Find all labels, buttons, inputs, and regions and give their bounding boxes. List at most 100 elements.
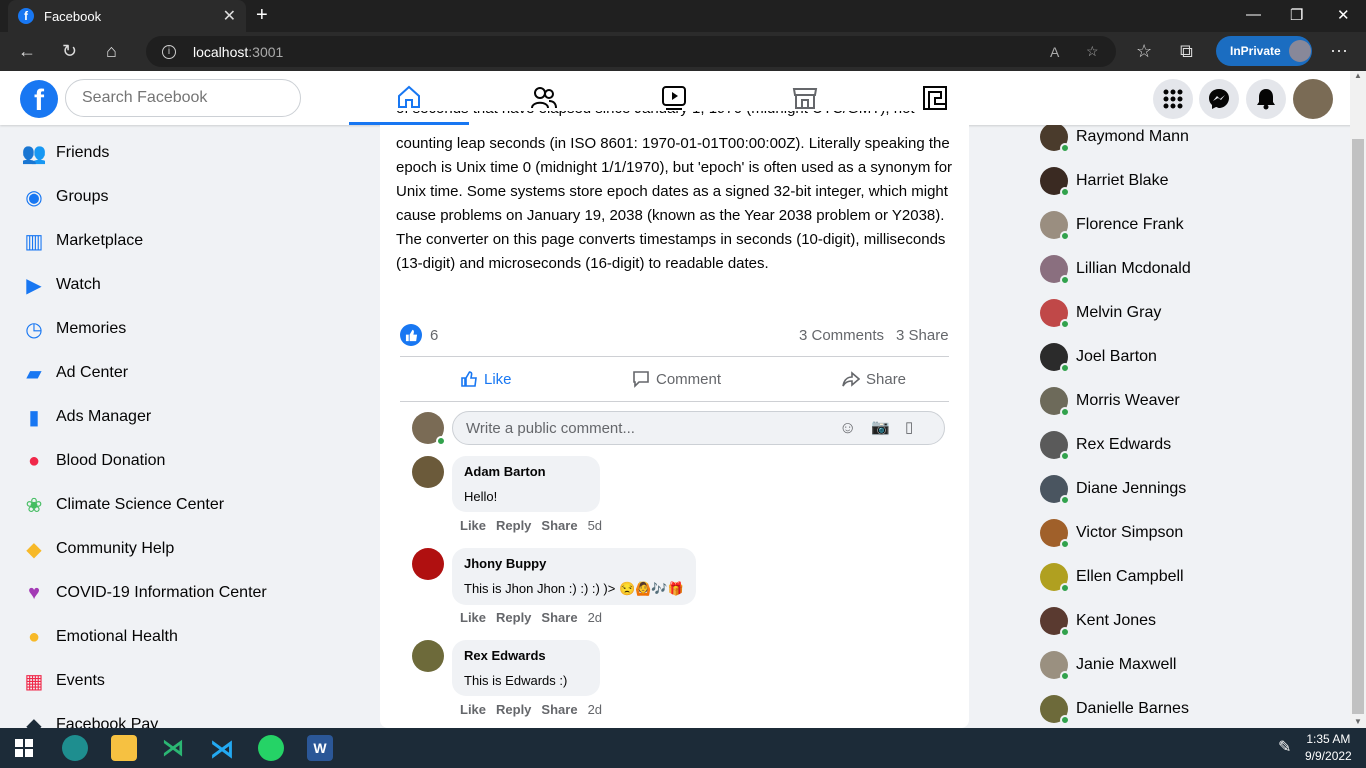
comment-author[interactable]: Rex Edwards [464, 648, 588, 663]
comment-like-button[interactable]: Like [460, 702, 486, 717]
edge-icon[interactable] [62, 735, 88, 761]
comment-like-button[interactable]: Like [460, 518, 486, 533]
sidebar-item-label: Ads Manager [56, 408, 152, 425]
comments-count[interactable]: 3 Comments [799, 327, 884, 344]
gif-icon[interactable]: ▯ [905, 418, 913, 436]
comment-author[interactable]: Adam Barton [464, 464, 588, 479]
clock[interactable]: 1:35 AM 9/9/2022 [1305, 731, 1352, 765]
back-icon[interactable]: ← [18, 41, 36, 62]
messenger-button[interactable] [1199, 79, 1239, 119]
contact-item[interactable]: Morris Weaver [1040, 379, 1180, 423]
comment-author[interactable]: Jhony Buppy [464, 556, 684, 571]
vscode-icon[interactable]: ⋊ [209, 735, 235, 763]
like-label: Like [484, 370, 512, 388]
emoji-icon[interactable]: ☺ [839, 418, 856, 438]
scrollbar-thumb[interactable] [1352, 139, 1364, 714]
comment-share-button[interactable]: Share [541, 610, 577, 625]
menu-button[interactable] [1153, 79, 1193, 119]
contact-item[interactable]: Joel Barton [1040, 335, 1157, 379]
scrollbar[interactable]: ▲ ▼ [1350, 71, 1366, 728]
online-status-icon [1060, 319, 1070, 329]
comment: Rex Edwards This is Edwards :) [412, 640, 600, 696]
contact-item[interactable]: Diane Jennings [1040, 467, 1186, 511]
home-icon[interactable]: ⌂ [106, 41, 117, 62]
comment-reply-button[interactable]: Reply [496, 610, 531, 625]
avatar[interactable] [412, 548, 444, 580]
scroll-up-icon[interactable]: ▲ [1354, 71, 1362, 80]
contact-name: Lillian Mcdonald [1076, 260, 1191, 277]
avatar[interactable] [412, 640, 444, 672]
sidebar-item-community-help[interactable]: ◆ Community Help [20, 527, 174, 571]
favorites-icon[interactable]: ☆ [1136, 41, 1152, 62]
comment-share-button[interactable]: Share [541, 702, 577, 717]
comment-reply-button[interactable]: Reply [496, 702, 531, 717]
contact-item[interactable]: Florence Frank [1040, 203, 1184, 247]
minimize-icon[interactable]: — [1246, 6, 1261, 23]
shares-count[interactable]: 3 Share [896, 327, 949, 344]
camera-icon[interactable]: 📷 [871, 418, 890, 436]
comment-reply-button[interactable]: Reply [496, 518, 531, 533]
contact-item[interactable]: Harriet Blake [1040, 159, 1168, 203]
comment-share-button[interactable]: Share [541, 518, 577, 533]
visual-studio-icon[interactable]: ⋊ [160, 735, 186, 761]
like-reaction-icon[interactable] [400, 324, 422, 346]
sidebar-item-groups[interactable]: ◉ Groups [20, 175, 108, 219]
inprivate-badge[interactable]: InPrivate [1216, 36, 1312, 66]
like-button[interactable]: Like [460, 370, 512, 388]
close-tab-icon[interactable]: ✕ [223, 6, 236, 26]
more-icon[interactable]: ⋯ [1330, 41, 1348, 62]
contact-item[interactable]: Raymond Mann [1040, 125, 1189, 159]
refresh-icon[interactable]: ↻ [62, 41, 77, 62]
favorite-add-icon[interactable]: ☆ [1086, 43, 1099, 60]
avatar[interactable] [412, 456, 444, 488]
sidebar-item-label: Climate Science Center [56, 496, 225, 513]
sidebar-item-climate-science-center[interactable]: ❀ Climate Science Center [20, 483, 224, 527]
notifications-button[interactable] [1246, 79, 1286, 119]
contact-item[interactable]: Danielle Barnes [1040, 687, 1189, 728]
contact-item[interactable]: Rex Edwards [1040, 423, 1171, 467]
comment-input[interactable]: Write a public comment... ☺ 📷 ▯ [452, 411, 945, 445]
whatsapp-icon[interactable] [258, 735, 284, 761]
restore-icon[interactable]: ❐ [1290, 6, 1303, 24]
profile-avatar[interactable] [1293, 79, 1333, 119]
new-tab-icon[interactable]: + [256, 4, 268, 27]
windows-start-icon[interactable] [15, 739, 33, 757]
like-count[interactable]: 6 [430, 327, 438, 344]
read-aloud-icon[interactable]: A [1050, 44, 1059, 60]
contact-item[interactable]: Victor Simpson [1040, 511, 1183, 555]
sidebar-item-watch[interactable]: ▶ Watch [20, 263, 100, 307]
contact-item[interactable]: Kent Jones [1040, 599, 1156, 643]
close-window-icon[interactable]: ✕ [1337, 6, 1350, 24]
community-help-icon: ◆ [26, 538, 42, 561]
scroll-down-icon[interactable]: ▼ [1354, 717, 1362, 726]
search-input[interactable] [65, 79, 301, 117]
sidebar-item-marketplace[interactable]: ▥ Marketplace [20, 219, 144, 263]
collections-icon[interactable]: ⧉ [1180, 41, 1193, 62]
sidebar-item-ads-manager[interactable]: ▮ Ads Manager [20, 395, 151, 439]
comment-button[interactable]: Comment [632, 370, 721, 388]
sidebar-item-memories[interactable]: ◷ Memories [20, 307, 126, 351]
avatar[interactable] [412, 412, 446, 446]
sidebar-item-blood-donation[interactable]: ● Blood Donation [20, 439, 165, 483]
contact-item[interactable]: Janie Maxwell [1040, 643, 1176, 687]
contact-name: Florence Frank [1076, 216, 1184, 233]
site-info-icon[interactable]: i [162, 44, 176, 59]
browser-tab[interactable]: f Facebook ✕ [8, 0, 246, 32]
sidebar-item-ad-center[interactable]: ▰ Ad Center [20, 351, 128, 395]
file-explorer-icon[interactable] [111, 735, 137, 761]
sidebar-item-events[interactable]: ▦ Events [20, 659, 105, 703]
comment-like-button[interactable]: Like [460, 610, 486, 625]
facebook-logo-icon[interactable]: f [20, 80, 58, 118]
sidebar-item-facebook-pay[interactable]: ◆ Facebook Pay [20, 703, 158, 729]
friends-icon [531, 87, 557, 109]
word-icon[interactable]: W [307, 735, 333, 761]
address-bar[interactable]: i localhost:3001 A ☆ [146, 36, 1116, 67]
sidebar-item-covid-19-information-center[interactable]: ♥ COVID-19 Information Center [20, 571, 267, 615]
contact-item[interactable]: Ellen Campbell [1040, 555, 1184, 599]
contact-item[interactable]: Lillian Mcdonald [1040, 247, 1191, 291]
contact-item[interactable]: Melvin Gray [1040, 291, 1161, 335]
sidebar-item-emotional-health[interactable]: ● Emotional Health [20, 615, 178, 659]
pen-icon[interactable]: ✎ [1278, 737, 1291, 757]
sidebar-item-friends[interactable]: 👥 Friends [20, 131, 110, 175]
share-button[interactable]: Share [842, 370, 906, 388]
